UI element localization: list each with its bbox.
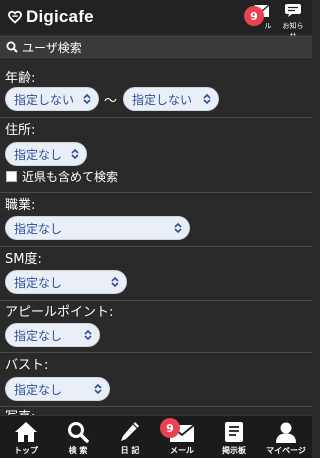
mail-top-button[interactable]: ル 9 <box>244 3 274 31</box>
appeal-label: アピールポイント: <box>5 305 114 320</box>
bust-section: バスト: <box>0 357 312 375</box>
sm-select[interactable]: 指定なし <box>5 270 127 294</box>
nav-mypage[interactable]: マイページ <box>260 416 312 458</box>
nav-mail-badge: 9 <box>160 418 180 438</box>
job-label: 職業: <box>5 198 36 213</box>
divider <box>0 192 312 193</box>
sm-label: SM度: <box>5 252 42 267</box>
sm-value: 指定なし <box>14 275 63 290</box>
user-icon <box>276 422 296 443</box>
nav-diary-label: 日 記 <box>120 446 140 455</box>
age-max-select[interactable]: 指定しない <box>123 87 219 111</box>
nav-mail-label: メール <box>170 446 194 455</box>
divider <box>0 117 312 118</box>
select-arrows-icon <box>203 93 211 105</box>
speech-bubble-icon <box>285 4 301 17</box>
job-select[interactable]: 指定なし <box>5 216 190 240</box>
nearby-prefecture-label: 近県も含めて検索 <box>22 170 119 184</box>
pen-icon <box>121 422 139 441</box>
select-arrows-icon <box>84 329 92 341</box>
age-section: 年齢: <box>0 70 312 88</box>
logo[interactable]: Digicafe <box>6 7 94 27</box>
mail-badge: 9 <box>244 6 264 26</box>
appeal-section: アピールポイント: <box>0 304 312 322</box>
divider <box>0 406 312 407</box>
select-arrows-icon <box>174 222 182 234</box>
logo-text: Digicafe <box>26 7 94 26</box>
appeal-value: 指定なし <box>14 328 63 343</box>
nav-board-label: 掲示板 <box>222 446 246 455</box>
user-search-title: ユーザ検索 <box>22 40 82 55</box>
sm-section: SM度: <box>0 251 312 269</box>
job-value: 指定なし <box>14 221 63 236</box>
bottom-nav: トップ 検 索 日 記 メール 9 掲示板 マイページ <box>0 415 312 458</box>
appeal-select[interactable]: 指定なし <box>5 323 100 347</box>
nav-board[interactable]: 掲示板 <box>208 416 260 458</box>
nav-search[interactable]: 検 索 <box>52 416 104 458</box>
age-min-value: 指定しない <box>14 92 75 107</box>
nav-mail[interactable]: メール 9 <box>156 416 208 458</box>
address-select[interactable]: 指定なし <box>5 142 87 166</box>
select-arrows-icon <box>83 93 91 105</box>
job-section: 職業: <box>0 197 312 215</box>
search-icon <box>6 41 18 53</box>
nearby-prefecture-checkbox[interactable] <box>6 171 17 182</box>
mail-top-label: ル <box>264 22 272 30</box>
nav-search-label: 検 索 <box>68 446 88 455</box>
heart-cup-icon <box>8 10 22 24</box>
search-icon <box>68 422 89 443</box>
nearby-prefecture-option[interactable]: 近県も含めて検索 <box>6 168 118 185</box>
address-label: 住所: <box>5 123 36 138</box>
age-max-value: 指定しない <box>132 92 193 107</box>
divider <box>0 300 312 301</box>
nav-top-label: トップ <box>14 446 38 455</box>
age-label: 年齢: <box>5 71 36 86</box>
user-search-header: ユーザ検索 <box>0 36 312 58</box>
select-arrows-icon <box>71 148 79 160</box>
age-min-select[interactable]: 指定しない <box>5 87 99 111</box>
home-icon <box>15 422 37 442</box>
select-arrows-icon <box>111 276 119 288</box>
nav-diary[interactable]: 日 記 <box>104 416 156 458</box>
bust-value: 指定なし <box>14 382 63 397</box>
address-value: 指定なし <box>14 147 63 162</box>
age-range-separator: 〜 <box>104 94 118 109</box>
top-bar: Digicafe ル 9 お知らせ <box>0 0 312 40</box>
bust-select[interactable]: 指定なし <box>5 377 110 401</box>
address-section: 住所: <box>0 122 312 140</box>
divider <box>0 352 312 353</box>
select-arrows-icon <box>94 383 102 395</box>
nav-mypage-label: マイページ <box>266 446 306 455</box>
bust-label: バスト: <box>5 358 49 373</box>
nav-top[interactable]: トップ <box>0 416 52 458</box>
board-icon <box>225 422 243 442</box>
divider <box>0 246 312 247</box>
